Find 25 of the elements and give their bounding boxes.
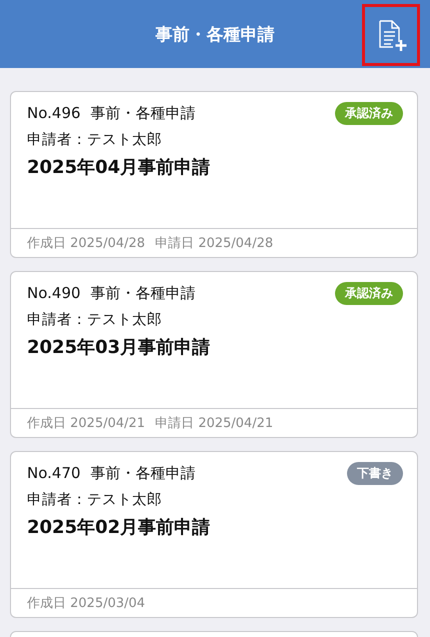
request-title: 2025年04月事前申請 [27,156,212,179]
date-label: 作成日 2025/03/04 [27,595,146,612]
request-card[interactable]: No.490 事前・各種申請 承認済み 申請者：テスト太郎 2025年03月事前申請 作成日 2025/04/21 申請日 2025/04/21 [10,271,418,438]
date-label: 申請日 2025/04/21 [155,415,274,432]
date-label: 作成日 2025/04/21 [27,415,146,432]
request-number: No.470 [27,464,81,482]
status-badge: 承認済み [335,282,403,304]
applicant-name: 申請者：テスト太郎 [27,130,163,149]
request-title: 2025年03月事前申請 [27,336,212,359]
new-document-button[interactable] [362,4,420,66]
applicant-name: 申請者：テスト太郎 [27,310,163,329]
date-label: 申請日 2025/04/28 [155,235,274,252]
date-label: 作成日 2025/04/28 [27,235,146,252]
status-badge: 承認済み [335,102,403,124]
request-card[interactable]: No.496 事前・各種申請 承認済み 申請者：テスト太郎 2025年04月事前申請 作成日 2025/04/28 申請日 2025/04/28 [10,91,418,258]
request-card[interactable]: No.470 事前・各種申請 下書き 申請者：テスト太郎 2025年02月事前申請 作成日 2025/03/04 [10,451,418,618]
request-type: 事前・各種申請 [90,104,196,122]
request-type: 事前・各種申請 [90,464,196,482]
request-number: No.496 [27,104,81,122]
request-number: No.490 [27,284,81,302]
request-type: 事前・各種申請 [90,284,196,302]
status-badge: 下書き [347,462,403,484]
page-title: 事前・各種申請 [156,24,274,46]
applicant-name: 申請者：テスト太郎 [27,490,163,509]
request-title: 2025年02月事前申請 [27,516,212,539]
